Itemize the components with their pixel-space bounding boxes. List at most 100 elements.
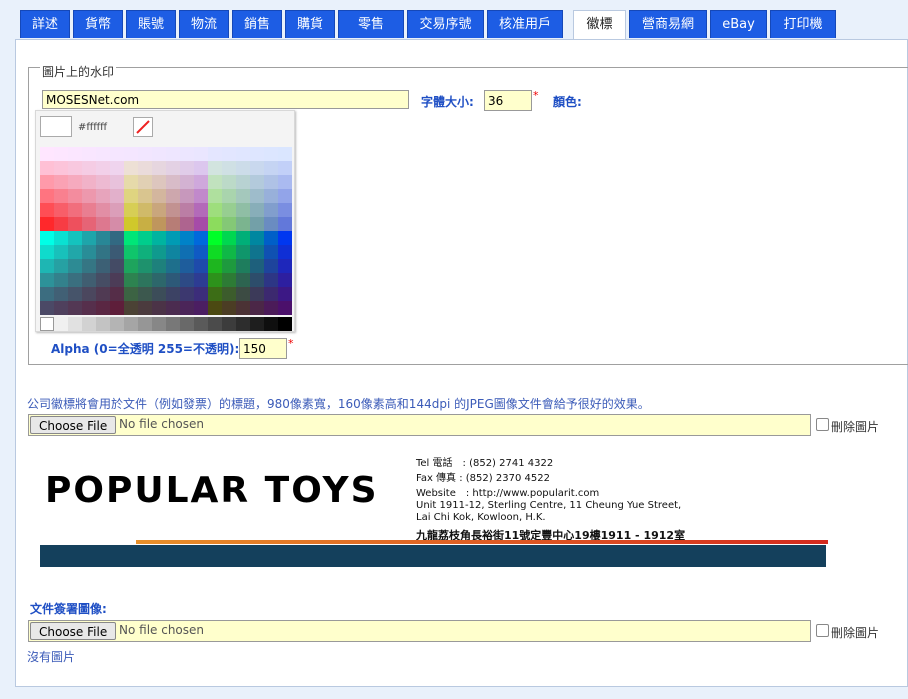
color-swatch[interactable] [264, 203, 278, 217]
color-swatch[interactable] [194, 217, 208, 231]
gray-swatch[interactable] [222, 317, 236, 331]
color-swatch[interactable] [82, 203, 96, 217]
color-swatch[interactable] [166, 175, 180, 189]
gray-swatch[interactable] [124, 317, 138, 331]
color-swatch[interactable] [82, 287, 96, 301]
color-swatch[interactable] [96, 189, 110, 203]
color-swatch[interactable] [96, 273, 110, 287]
tab-ebay[interactable]: eBay [710, 10, 767, 38]
color-swatch[interactable] [82, 147, 96, 161]
color-swatch[interactable] [124, 273, 138, 287]
color-swatch[interactable] [250, 231, 264, 245]
color-swatch[interactable] [194, 189, 208, 203]
color-swatch[interactable] [250, 203, 264, 217]
color-swatch[interactable] [54, 147, 68, 161]
color-swatch[interactable] [152, 189, 166, 203]
color-swatch[interactable] [208, 301, 222, 315]
color-swatch[interactable] [278, 175, 292, 189]
color-swatch[interactable] [208, 189, 222, 203]
color-swatch[interactable] [180, 203, 194, 217]
color-swatch[interactable] [110, 245, 124, 259]
logo-delete-checkbox[interactable] [816, 418, 829, 431]
color-swatch[interactable] [208, 245, 222, 259]
color-swatch[interactable] [264, 259, 278, 273]
color-swatch[interactable] [222, 175, 236, 189]
color-swatch[interactable] [110, 203, 124, 217]
color-swatch[interactable] [124, 259, 138, 273]
alpha-input[interactable] [239, 338, 287, 359]
gray-swatch[interactable] [166, 317, 180, 331]
color-swatch[interactable] [194, 301, 208, 315]
color-swatch[interactable] [208, 259, 222, 273]
color-swatch[interactable] [278, 301, 292, 315]
color-swatch[interactable] [208, 273, 222, 287]
gray-swatch[interactable] [68, 317, 82, 331]
color-swatch[interactable] [82, 245, 96, 259]
color-swatch[interactable] [236, 217, 250, 231]
color-swatch[interactable] [40, 147, 54, 161]
color-swatch[interactable] [166, 273, 180, 287]
color-swatch[interactable] [208, 175, 222, 189]
color-swatch[interactable] [208, 203, 222, 217]
color-swatch[interactable] [278, 287, 292, 301]
color-swatch[interactable] [82, 231, 96, 245]
color-swatch[interactable] [236, 273, 250, 287]
color-swatch[interactable] [152, 161, 166, 175]
color-swatch[interactable] [124, 301, 138, 315]
color-swatch[interactable] [96, 203, 110, 217]
color-swatch[interactable] [68, 161, 82, 175]
color-swatch[interactable] [250, 189, 264, 203]
color-swatch[interactable] [40, 259, 54, 273]
color-swatch[interactable] [68, 287, 82, 301]
signature-choose-file-button[interactable]: Choose File [30, 622, 117, 640]
color-swatch[interactable] [110, 301, 124, 315]
color-swatch[interactable] [236, 301, 250, 315]
color-swatch[interactable] [54, 287, 68, 301]
tab-retail[interactable]: 零售 [338, 10, 404, 38]
color-swatch[interactable] [222, 273, 236, 287]
color-swatch[interactable] [166, 203, 180, 217]
color-swatch[interactable] [194, 259, 208, 273]
gray-swatch[interactable] [96, 317, 110, 331]
color-swatch[interactable] [278, 147, 292, 161]
color-swatch[interactable] [54, 203, 68, 217]
color-swatch[interactable] [96, 217, 110, 231]
color-swatch[interactable] [278, 203, 292, 217]
logo-file-input[interactable]: Choose File No file chosen [28, 414, 811, 436]
gray-swatch[interactable] [208, 317, 222, 331]
color-swatch[interactable] [110, 231, 124, 245]
color-swatch[interactable] [54, 175, 68, 189]
color-swatch[interactable] [278, 245, 292, 259]
color-swatch[interactable] [208, 231, 222, 245]
color-swatch[interactable] [138, 217, 152, 231]
color-swatch[interactable] [194, 175, 208, 189]
color-swatch[interactable] [110, 147, 124, 161]
color-swatch[interactable] [54, 231, 68, 245]
color-swatch[interactable] [68, 273, 82, 287]
color-swatch[interactable] [222, 231, 236, 245]
color-swatch[interactable] [40, 287, 54, 301]
color-swatch[interactable] [96, 175, 110, 189]
color-swatch[interactable] [110, 217, 124, 231]
gray-swatch[interactable] [236, 317, 250, 331]
color-swatch[interactable] [194, 161, 208, 175]
color-swatch[interactable] [194, 245, 208, 259]
tab-currency[interactable]: 貨幣 [73, 10, 123, 38]
color-swatch[interactable] [180, 175, 194, 189]
color-swatch[interactable] [236, 231, 250, 245]
color-swatch[interactable] [278, 273, 292, 287]
color-swatch[interactable] [236, 259, 250, 273]
color-swatch[interactable] [40, 175, 54, 189]
color-swatch[interactable] [82, 273, 96, 287]
color-swatch[interactable] [222, 189, 236, 203]
color-swatch[interactable] [180, 147, 194, 161]
color-swatch[interactable] [82, 161, 96, 175]
color-swatch[interactable] [138, 161, 152, 175]
color-swatch[interactable] [236, 161, 250, 175]
color-swatch[interactable] [264, 189, 278, 203]
color-swatch[interactable] [236, 175, 250, 189]
color-swatch[interactable] [180, 259, 194, 273]
color-swatch[interactable] [152, 231, 166, 245]
color-swatch[interactable] [222, 287, 236, 301]
color-swatch[interactable] [222, 147, 236, 161]
